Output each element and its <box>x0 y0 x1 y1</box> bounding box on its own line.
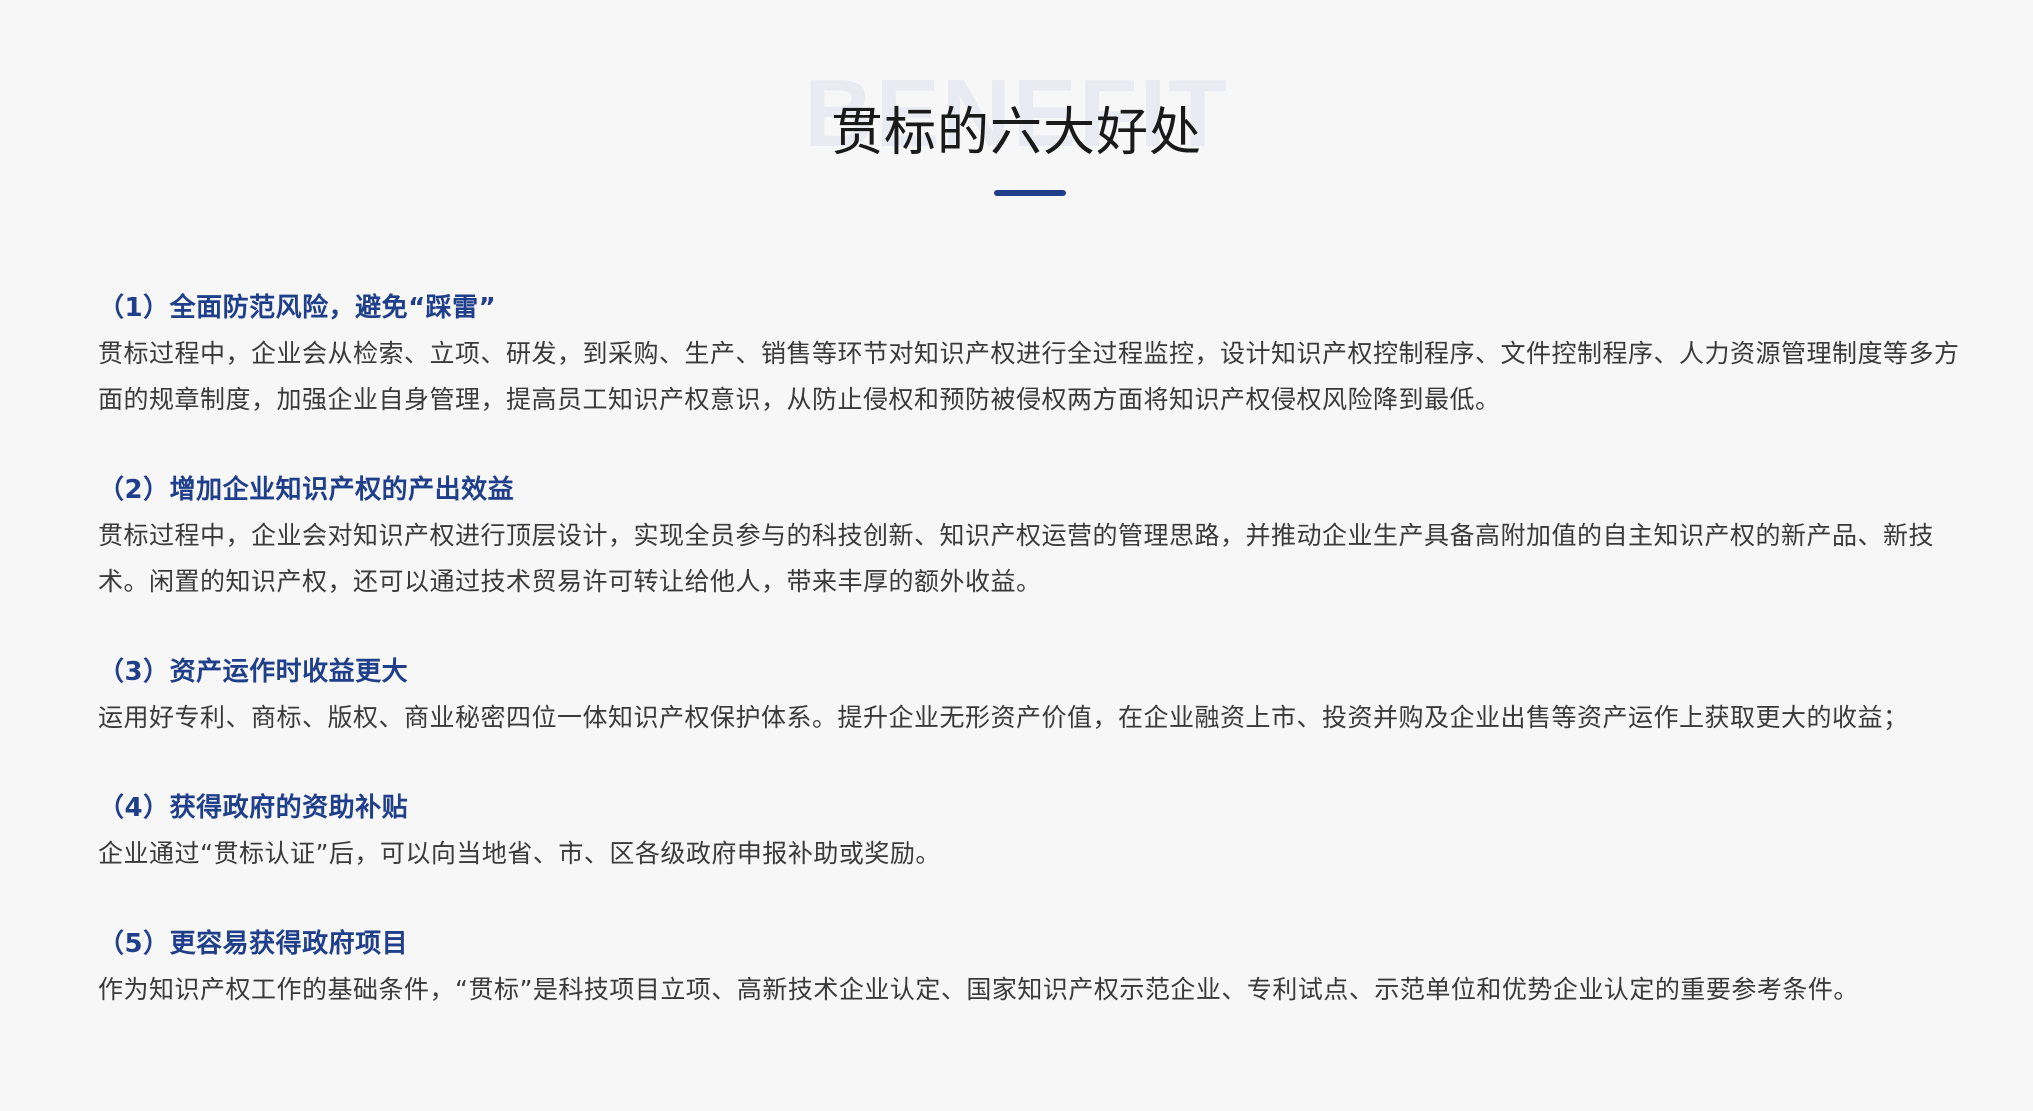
benefit-item-1: （1）全面防范风险，避免“踩雷” 贯标过程中，企业会从检索、立项、研发，到采购、… <box>98 285 1964 423</box>
benefit-description: 贯标过程中，企业会对知识产权进行顶层设计，实现全员参与的科技创新、知识产权运营的… <box>98 521 1935 596</box>
benefit-title: （5）更容易获得政府项目 <box>98 929 409 959</box>
benefit-title: （1）全面防范风险，避免“踩雷” <box>98 293 497 323</box>
benefit-title: （2）增加企业知识产权的产出效益 <box>98 475 515 505</box>
section-title: 贯标的六大好处 <box>830 103 1202 163</box>
benefit-description: 运用好专利、商标、版权、商业秘密四位一体知识产权保护体系。提升企业无形资产价值，… <box>98 703 1909 732</box>
title-underline <box>994 190 1066 196</box>
benefit-description: 作为知识产权工作的基础条件，“贯标”是科技项目立项、高新技术企业认定、国家知识产… <box>98 975 1859 1004</box>
section-header: BENEFIT 贯标的六大好处 <box>0 60 2033 200</box>
benefits-list: （1）全面防范风险，避免“踩雷” 贯标过程中，企业会从检索、立项、研发，到采购、… <box>98 285 1964 1057</box>
benefit-title: （4）获得政府的资助补贴 <box>98 793 409 823</box>
benefit-item-3: （3）资产运作时收益更大 运用好专利、商标、版权、商业秘密四位一体知识产权保护体… <box>98 649 1964 741</box>
benefit-item-2: （2）增加企业知识产权的产出效益 贯标过程中，企业会对知识产权进行顶层设计，实现… <box>98 467 1964 605</box>
benefit-description: 贯标过程中，企业会从检索、立项、研发，到采购、生产、销售等环节对知识产权进行全过… <box>98 339 1960 414</box>
benefit-item-5: （5）更容易获得政府项目 作为知识产权工作的基础条件，“贯标”是科技项目立项、高… <box>98 921 1964 1013</box>
benefit-item-4: （4）获得政府的资助补贴 企业通过“贯标认证”后，可以向当地省、市、区各级政府申… <box>98 785 1964 877</box>
benefit-title: （3）资产运作时收益更大 <box>98 657 409 687</box>
benefit-description: 企业通过“贯标认证”后，可以向当地省、市、区各级政府申报补助或奖励。 <box>98 839 941 868</box>
